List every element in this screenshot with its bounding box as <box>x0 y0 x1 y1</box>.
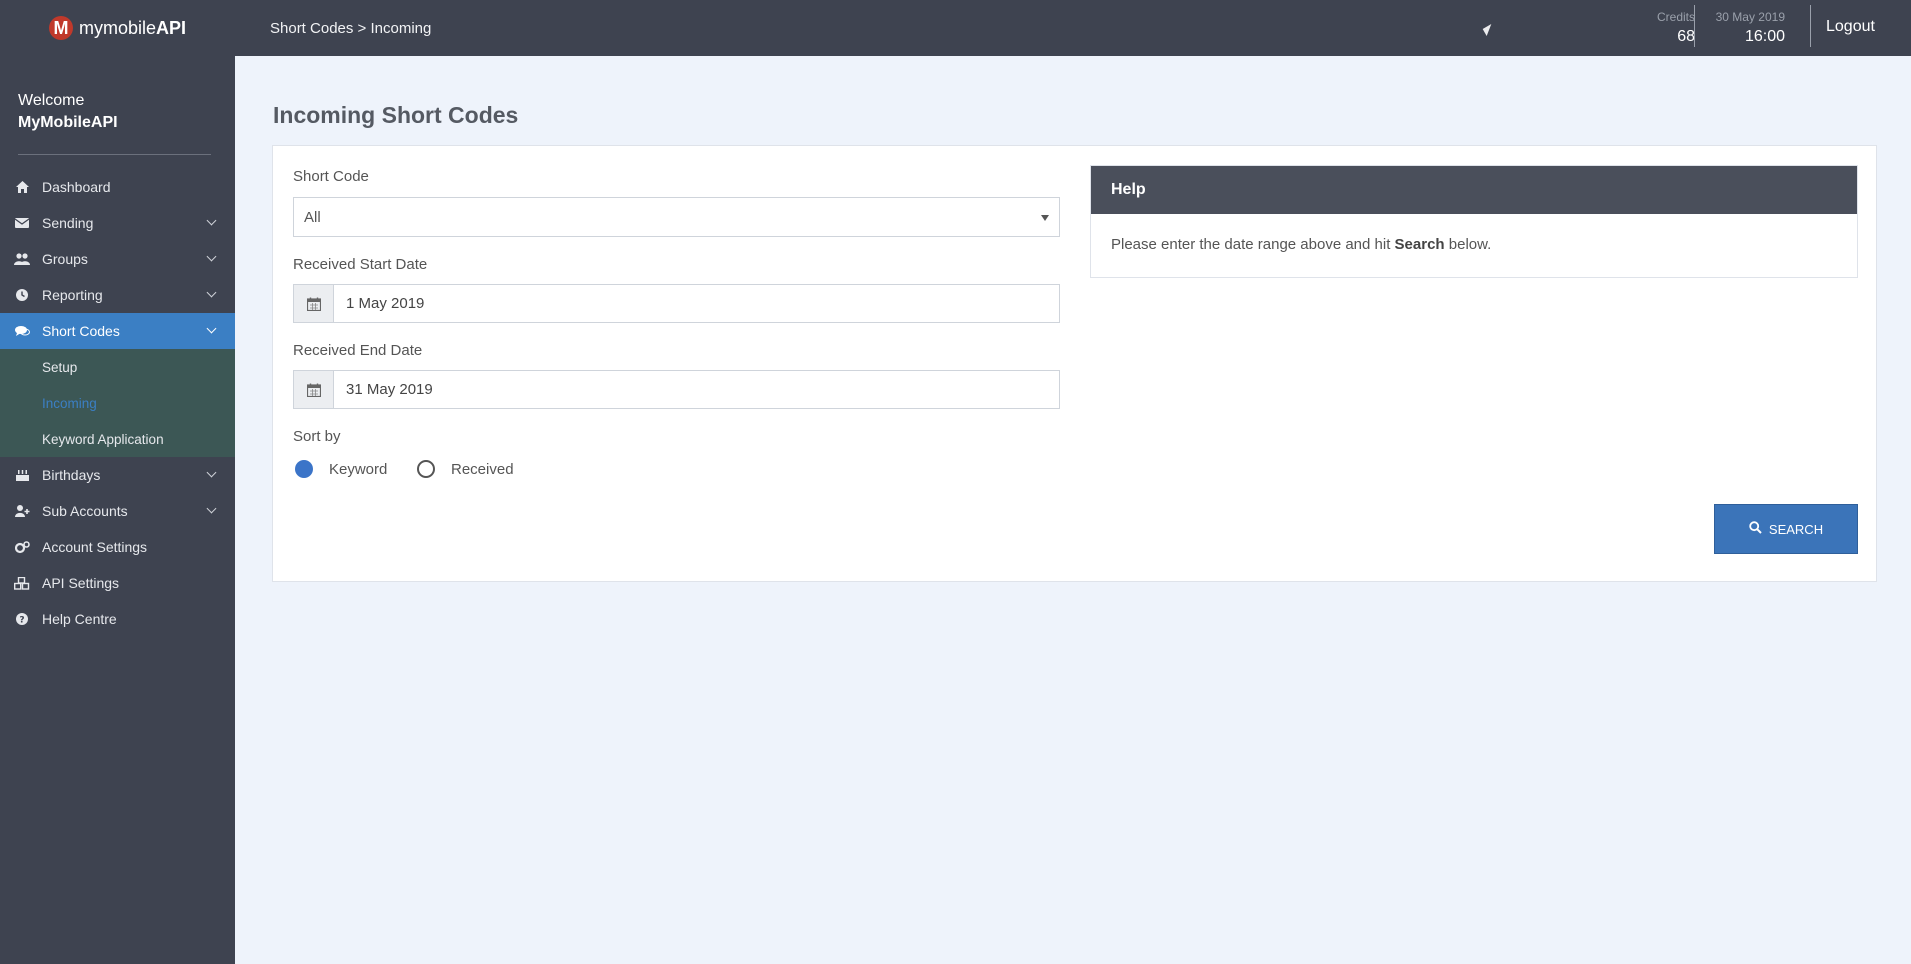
welcome-divider <box>18 154 211 155</box>
sidebar-item-api-settings[interactable]: API Settings <box>0 565 235 601</box>
current-time: 16:00 <box>1744 28 1785 45</box>
question-icon: ? <box>14 612 30 626</box>
mouse-cursor-icon <box>1482 24 1496 36</box>
date-time-display: 30 May 2019 16:00 <box>1697 10 1785 46</box>
sidebar-item-groups[interactable]: Groups <box>0 241 235 277</box>
cubes-icon <box>14 576 30 590</box>
home-icon <box>14 180 30 194</box>
short-code-label: Short Code <box>293 168 369 185</box>
sidebar-item-reporting[interactable]: Reporting <box>0 277 235 313</box>
chevron-down-icon <box>206 287 217 298</box>
clock-icon <box>14 288 30 302</box>
sidebar-item-label: Groups <box>42 251 88 267</box>
radio-label: Keyword <box>329 460 388 478</box>
submenu-item-setup[interactable]: Setup <box>0 349 235 385</box>
chevron-down-icon <box>206 503 217 514</box>
cogs-icon <box>14 540 30 554</box>
sort-by-label: Sort by <box>293 428 341 445</box>
sidebar-item-label: Sub Accounts <box>42 503 128 519</box>
header-divider <box>1810 5 1811 47</box>
help-panel: Help Please enter the date range above a… <box>1090 165 1858 278</box>
sidebar-item-dashboard[interactable]: Dashboard <box>0 169 235 205</box>
end-date-input[interactable]: 31 May 2019 <box>334 371 1059 408</box>
calendar-icon[interactable] <box>294 371 334 408</box>
sidebar-item-label: API Settings <box>42 575 120 591</box>
submenu-item-incoming[interactable]: Incoming <box>0 385 235 421</box>
sidebar-item-label: Help Centre <box>42 611 117 627</box>
cake-icon <box>14 468 30 482</box>
sidebar-nav: Dashboard Sending Groups Reporting Short… <box>0 169 235 637</box>
submenu-item-keyword-application[interactable]: Keyword Application <box>0 421 235 457</box>
sidebar: M mymobileAPI Welcome MyMobileAPI Dashbo… <box>0 0 235 964</box>
short-code-selected-value: All <box>304 209 321 226</box>
radio-unselected-icon[interactable] <box>417 460 435 478</box>
radio-selected-icon[interactable] <box>295 460 313 478</box>
welcome-greeting: Welcome <box>18 92 85 109</box>
chevron-down-icon <box>206 251 217 262</box>
sidebar-item-sending[interactable]: Sending <box>0 205 235 241</box>
chevron-down-icon <box>206 323 217 334</box>
chat-icon <box>14 324 30 338</box>
breadcrumb: Short Codes > Incoming <box>270 20 432 37</box>
sidebar-item-label: Dashboard <box>42 179 111 195</box>
end-date-label: Received End Date <box>293 342 423 359</box>
radio-label: Received <box>451 460 514 478</box>
help-text: Please enter the date range above and hi… <box>1111 236 1492 253</box>
sidebar-item-label: Account Settings <box>42 539 148 555</box>
top-bar: Short Codes > Incoming Credits 68 30 May… <box>235 0 1911 56</box>
sort-radio-keyword[interactable]: Keyword <box>295 460 387 478</box>
search-button-label: SEARCH <box>1768 521 1824 537</box>
envelope-icon <box>14 216 30 230</box>
user-plus-icon <box>14 504 30 518</box>
logo-text: mymobileAPI <box>78 17 187 38</box>
search-icon <box>1749 521 1762 537</box>
welcome-block: Welcome MyMobileAPI <box>0 56 235 142</box>
credits-label: Credits <box>1656 10 1695 24</box>
header-divider <box>1694 5 1695 47</box>
sidebar-item-label: Sending <box>42 215 94 231</box>
end-date-field[interactable]: 31 May 2019 <box>293 370 1060 409</box>
caret-down-icon <box>1041 215 1049 221</box>
start-date-input[interactable]: 1 May 2019 <box>334 285 1059 322</box>
credits-value: 68 <box>1677 28 1695 45</box>
credits-display: Credits 68 <box>1615 10 1695 46</box>
short-codes-submenu: Setup Incoming Keyword Application <box>0 349 235 457</box>
current-date: 30 May 2019 <box>1715 10 1785 24</box>
chevron-down-icon <box>206 467 217 478</box>
logout-link[interactable]: Logout <box>1826 18 1875 36</box>
page-title: Incoming Short Codes <box>273 102 519 128</box>
help-title: Help <box>1091 166 1857 214</box>
sidebar-item-help-centre[interactable]: ? Help Centre <box>0 601 235 637</box>
calendar-icon[interactable] <box>294 285 334 322</box>
search-button[interactable]: SEARCH <box>1714 504 1858 554</box>
sidebar-item-short-codes[interactable]: Short Codes <box>0 313 235 349</box>
svg-text:?: ? <box>19 616 24 626</box>
start-date-label: Received Start Date <box>293 256 428 273</box>
welcome-user: MyMobileAPI <box>18 114 118 131</box>
sidebar-item-label: Short Codes <box>42 323 120 339</box>
sidebar-item-birthdays[interactable]: Birthdays <box>0 457 235 493</box>
sort-radio-received[interactable]: Received <box>417 460 514 478</box>
short-code-select[interactable]: All <box>293 197 1060 237</box>
sidebar-item-sub-accounts[interactable]: Sub Accounts <box>0 493 235 529</box>
logo[interactable]: M mymobileAPI <box>0 0 235 56</box>
sidebar-item-label: Reporting <box>42 287 103 303</box>
start-date-field[interactable]: 1 May 2019 <box>293 284 1060 323</box>
logo-mark: M <box>48 16 73 40</box>
users-icon <box>14 252 30 266</box>
chevron-down-icon <box>206 215 217 226</box>
sidebar-item-label: Birthdays <box>42 467 101 483</box>
sidebar-item-account-settings[interactable]: Account Settings <box>0 529 235 565</box>
